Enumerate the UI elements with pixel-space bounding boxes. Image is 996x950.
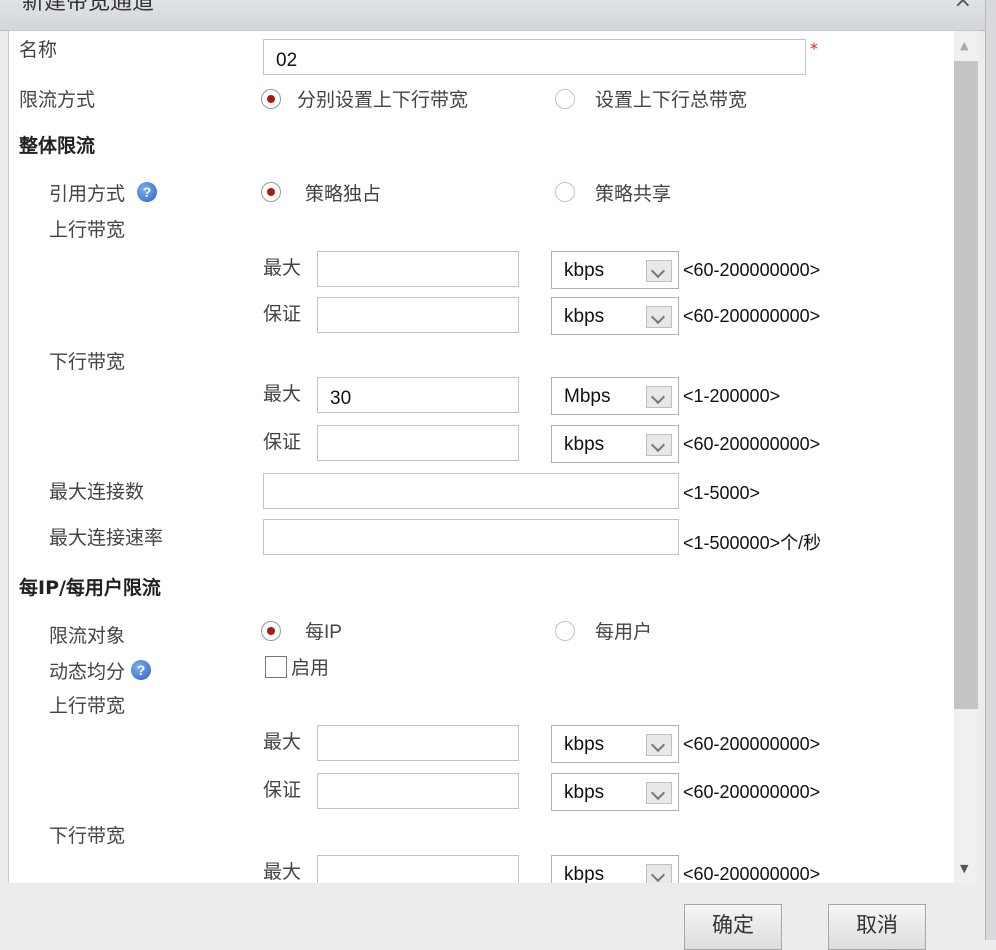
overall-down-guar-range: <60-200000000> xyxy=(683,434,821,454)
overall-up-max-range: <60-200000000> xyxy=(683,260,821,280)
dialog-titlebar: 新建带宽通道 × xyxy=(0,0,996,31)
help-icon[interactable]: ? xyxy=(137,182,157,202)
unit-value: Mbps xyxy=(564,386,611,407)
max-conn-rate-label: 最大连接速率 xyxy=(49,527,164,549)
chevron-down-icon[interactable] xyxy=(646,434,672,456)
max-conn-label: 最大连接数 xyxy=(49,481,145,503)
overall-down-guar-label: 保证 xyxy=(263,431,302,453)
target-peruser-label: 每用户 xyxy=(595,621,653,643)
overall-down-max-input[interactable]: 30 xyxy=(317,377,519,413)
unit-value: kbps xyxy=(564,306,605,327)
perip-section-title: 每IP/每用户限流 xyxy=(19,577,161,599)
chevron-down-icon[interactable] xyxy=(646,864,672,883)
scroll-down-icon[interactable]: ▼ xyxy=(960,862,968,875)
unit-value: kbps xyxy=(564,782,605,803)
unit-value: kbps xyxy=(564,260,605,281)
dialog-content: 名称 02 * 限流方式 分别设置上下行带宽 设置上下行总带宽 整体限流 引用方… xyxy=(8,30,956,884)
help-icon[interactable]: ? xyxy=(131,660,151,680)
limit-mode-separate-radio[interactable] xyxy=(261,89,281,109)
enable-checkbox[interactable] xyxy=(265,656,287,678)
overall-up-guar-range: <60-200000000> xyxy=(683,306,821,326)
limit-mode-total-label: 设置上下行总带宽 xyxy=(595,89,748,111)
overall-down-max-unit-select[interactable]: Mbps xyxy=(551,377,679,415)
perip-up-guar-unit-select[interactable]: kbps xyxy=(551,773,679,811)
window-frame-edge xyxy=(985,0,996,940)
perip-up-max-range: <60-200000000> xyxy=(683,734,821,754)
perip-up-max-label: 最大 xyxy=(263,731,302,753)
chevron-down-icon[interactable] xyxy=(646,306,672,328)
perip-up-guar-label: 保证 xyxy=(263,779,302,801)
chevron-down-icon[interactable] xyxy=(646,782,672,804)
perip-up-guar-range: <60-200000000> xyxy=(683,782,821,802)
max-conn-rate-input[interactable] xyxy=(263,519,679,555)
target-perip-label: 每IP xyxy=(305,622,342,643)
overall-down-label: 下行带宽 xyxy=(49,351,126,373)
scrollbar-thumb[interactable] xyxy=(954,61,978,709)
overall-up-guar-label: 保证 xyxy=(263,303,302,325)
overall-down-max-range: <1-200000> xyxy=(683,386,781,406)
unit-value: kbps xyxy=(564,864,605,884)
max-conn-range: <1-5000> xyxy=(683,483,761,503)
target-peruser-radio[interactable] xyxy=(555,621,575,641)
limit-mode-label: 限流方式 xyxy=(19,89,96,111)
perip-up-max-unit-select[interactable]: kbps xyxy=(551,725,679,763)
unit-value: kbps xyxy=(564,734,605,755)
unit-value: kbps xyxy=(564,434,605,455)
overall-section-title: 整体限流 xyxy=(19,135,96,157)
overall-up-max-input[interactable] xyxy=(317,251,519,287)
enable-label: 启用 xyxy=(291,657,330,679)
overall-up-max-unit-select[interactable]: kbps xyxy=(551,251,679,289)
close-icon[interactable]: × xyxy=(954,0,972,13)
perip-down-max-range: <60-200000000> xyxy=(683,864,821,884)
limit-mode-separate-label: 分别设置上下行带宽 xyxy=(297,89,469,111)
target-label: 限流对象 xyxy=(49,625,126,647)
ref-mode-shared-radio[interactable] xyxy=(555,182,575,202)
overall-down-guar-input[interactable] xyxy=(317,425,519,461)
perip-down-label: 下行带宽 xyxy=(49,825,126,847)
perip-up-guar-input[interactable] xyxy=(317,773,519,809)
chevron-down-icon[interactable] xyxy=(646,260,672,282)
cancel-button[interactable]: 取消 xyxy=(828,904,926,950)
dialog-title: 新建带宽通道 xyxy=(22,0,155,15)
ref-mode-exclusive-label: 策略独占 xyxy=(305,183,382,205)
perip-down-max-unit-select[interactable]: kbps xyxy=(551,855,679,884)
perip-down-max-input[interactable] xyxy=(317,855,519,883)
chevron-down-icon[interactable] xyxy=(646,734,672,756)
overall-up-label: 上行带宽 xyxy=(49,219,126,241)
required-mark: * xyxy=(810,39,818,58)
perip-up-max-input[interactable] xyxy=(317,725,519,761)
perip-up-label: 上行带宽 xyxy=(49,695,126,717)
overall-down-guar-unit-select[interactable]: kbps xyxy=(551,425,679,463)
perip-down-max-label: 最大 xyxy=(263,861,302,883)
max-conn-input[interactable] xyxy=(263,473,679,509)
overall-up-max-label: 最大 xyxy=(263,257,302,279)
limit-mode-total-radio[interactable] xyxy=(555,89,575,109)
chevron-down-icon[interactable] xyxy=(646,386,672,408)
scroll-up-icon[interactable]: ▲ xyxy=(960,39,968,52)
overall-down-max-label: 最大 xyxy=(263,383,302,405)
ok-button[interactable]: 确定 xyxy=(684,904,782,950)
max-conn-rate-range: <1-500000>个/秒 xyxy=(683,533,822,553)
ref-mode-shared-label: 策略共享 xyxy=(595,183,672,205)
name-input[interactable]: 02 xyxy=(263,39,806,75)
overall-up-guar-unit-select[interactable]: kbps xyxy=(551,297,679,335)
target-perip-radio[interactable] xyxy=(261,621,281,641)
overall-up-guar-input[interactable] xyxy=(317,297,519,333)
vertical-scrollbar[interactable]: ▲ ▼ xyxy=(954,30,979,884)
name-label: 名称 xyxy=(19,39,58,61)
ref-mode-label: 引用方式 xyxy=(49,183,126,205)
dynamic-label: 动态均分 xyxy=(49,661,126,683)
ref-mode-exclusive-radio[interactable] xyxy=(261,182,281,202)
